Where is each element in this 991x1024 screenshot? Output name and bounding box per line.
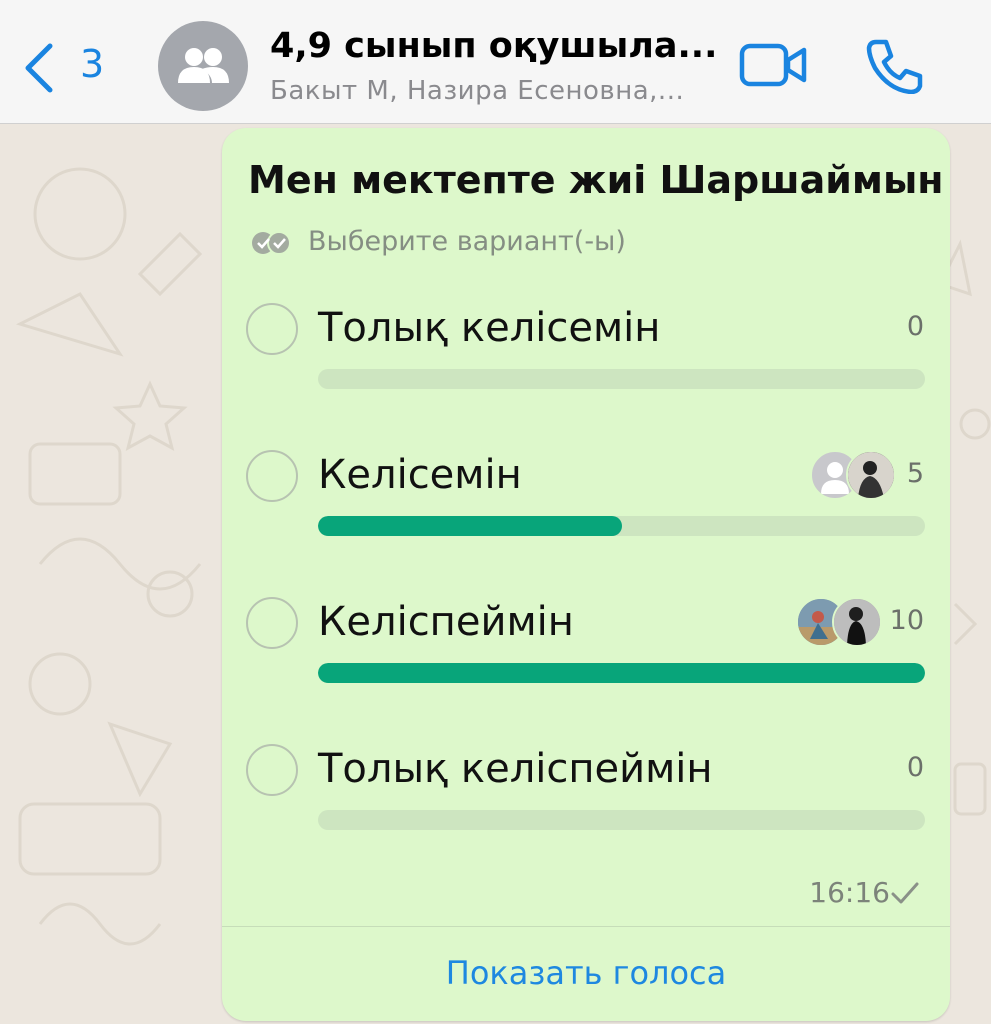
poll-question: Мен мектепте жиі Шаршаймын: [248, 158, 944, 202]
voter-avatars[interactable]: [810, 450, 900, 500]
option-label: Толық келісемін: [318, 305, 661, 351]
option-label: Толық келіспеймін: [318, 746, 713, 792]
option-progress-track: [318, 810, 925, 830]
poll-message: Мен мектепте жиі Шаршаймын Выберите вари…: [222, 128, 950, 1021]
show-votes-button[interactable]: Показать голоса: [222, 954, 950, 992]
option-vote-count: 5: [906, 458, 924, 489]
option-vote-count: 0: [906, 752, 924, 783]
poll-option[interactable]: Толық келісемін 0: [222, 303, 950, 413]
option-vote-count: 0: [906, 311, 924, 342]
chat-title[interactable]: 4,9 сынып оқушыла...: [270, 26, 720, 66]
option-progress-fill: [318, 663, 925, 683]
voice-call-button[interactable]: [862, 36, 924, 95]
option-radio[interactable]: [246, 744, 298, 796]
option-radio[interactable]: [246, 303, 298, 355]
back-button[interactable]: 3: [18, 38, 118, 98]
unread-count: 3: [80, 42, 105, 86]
divider: [222, 926, 950, 927]
sent-check-icon: [891, 882, 919, 904]
message-time: 16:16: [809, 876, 890, 909]
option-progress-track: [318, 369, 925, 389]
option-progress-track: [318, 516, 925, 536]
option-vote-count: 10: [889, 605, 924, 636]
poll-option[interactable]: Толық келіспеймін 0: [222, 744, 950, 854]
chat-header: 3 4,9 сынып оқушыла... Бакыт М, Назира Е…: [0, 0, 991, 124]
video-call-icon: [739, 43, 807, 87]
photo-avatar-icon: [848, 452, 894, 498]
option-radio[interactable]: [246, 597, 298, 649]
video-call-button[interactable]: [738, 40, 808, 90]
option-progress-track: [318, 663, 925, 683]
chevron-left-icon: [25, 43, 53, 93]
group-avatar[interactable]: [158, 21, 248, 111]
voter-avatar: [846, 450, 896, 500]
voter-avatar: [832, 597, 882, 647]
voter-avatars[interactable]: [796, 597, 886, 647]
poll-hint: Выберите вариант(-ы): [308, 226, 626, 257]
option-label: Келіспеймін: [318, 599, 574, 645]
chat-participants[interactable]: Бакыт М, Назира Есеновна,...: [270, 76, 720, 106]
option-progress-fill: [318, 516, 622, 536]
poll-option[interactable]: Келіспеймін 10: [222, 597, 950, 707]
poll-option[interactable]: Келісемін 5: [222, 450, 950, 560]
group-icon: [178, 48, 229, 83]
option-radio[interactable]: [246, 450, 298, 502]
phone-icon: [866, 39, 923, 95]
double-check-icon: [252, 231, 291, 255]
photo-avatar-icon: [834, 599, 880, 645]
option-label: Келісемін: [318, 452, 522, 498]
